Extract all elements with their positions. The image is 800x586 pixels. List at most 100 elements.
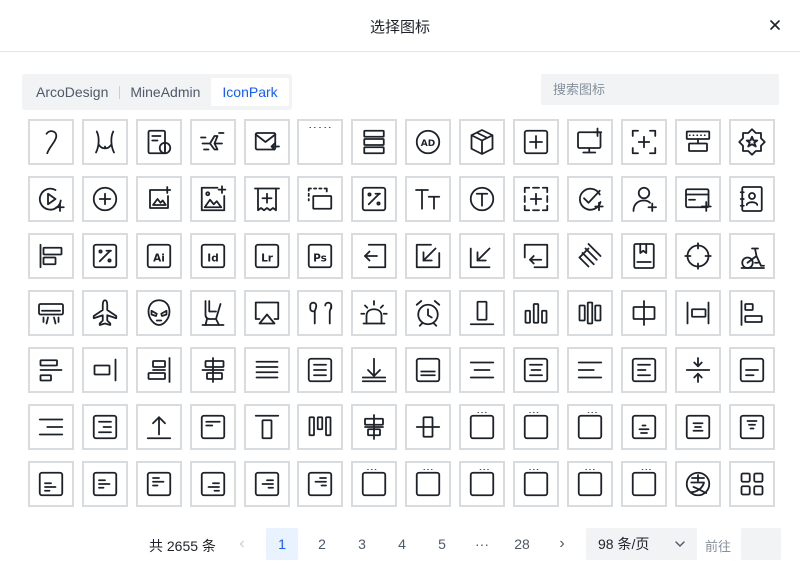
icon-cell[interactable] — [351, 461, 398, 507]
page-1[interactable]: 1 — [266, 528, 298, 560]
icon-cell[interactable] — [405, 176, 452, 222]
icon-cell[interactable] — [81, 404, 128, 450]
icon-cell[interactable] — [459, 404, 506, 450]
page-size-select[interactable]: 98 条/页 — [586, 528, 697, 560]
icon-cell[interactable] — [405, 290, 452, 336]
icon-cell[interactable] — [28, 290, 74, 336]
icon-cell[interactable] — [243, 176, 290, 222]
icon-cell[interactable] — [620, 347, 667, 393]
icon-cell[interactable] — [297, 290, 344, 336]
icon-cell[interactable] — [351, 233, 398, 279]
icon-cell[interactable] — [728, 119, 775, 165]
icon-cell[interactable] — [566, 461, 613, 507]
icon-cell[interactable] — [459, 233, 506, 279]
icon-cell[interactable] — [728, 176, 775, 222]
icon-cell[interactable] — [81, 119, 128, 165]
icon-cell[interactable] — [135, 404, 182, 450]
icon-cell[interactable] — [81, 347, 128, 393]
icon-cell[interactable] — [297, 404, 344, 450]
icon-cell[interactable] — [459, 119, 506, 165]
icon-cell[interactable] — [135, 347, 182, 393]
icon-cell[interactable] — [566, 290, 613, 336]
page-3[interactable]: 3 — [346, 528, 378, 560]
icon-cell[interactable] — [28, 119, 74, 165]
icon-cell[interactable]: Ai — [135, 233, 182, 279]
icon-cell[interactable] — [351, 290, 398, 336]
icon-cell[interactable] — [459, 176, 506, 222]
icon-cell[interactable] — [243, 290, 290, 336]
icon-cell[interactable] — [513, 119, 560, 165]
icon-cell[interactable] — [189, 461, 236, 507]
icon-cell[interactable]: Lr — [243, 233, 290, 279]
icon-cell[interactable] — [566, 347, 613, 393]
icon-cell[interactable] — [513, 176, 560, 222]
icon-cell[interactable] — [351, 347, 398, 393]
icon-cell[interactable] — [351, 119, 398, 165]
icon-cell[interactable] — [189, 404, 236, 450]
icon-cell[interactable] — [243, 119, 290, 165]
icon-cell[interactable]: Id — [189, 233, 236, 279]
goto-page-input[interactable] — [741, 528, 781, 560]
icon-cell[interactable] — [135, 119, 182, 165]
icon-cell[interactable] — [566, 119, 613, 165]
icon-cell[interactable] — [297, 347, 344, 393]
icon-cell[interactable] — [674, 176, 721, 222]
tab-arcodesign[interactable]: ArcoDesign — [25, 78, 119, 106]
icon-cell[interactable] — [566, 233, 613, 279]
icon-cell[interactable] — [728, 404, 775, 450]
icon-cell[interactable] — [28, 347, 74, 393]
icon-cell[interactable] — [513, 404, 560, 450]
icon-cell[interactable] — [189, 119, 236, 165]
icon-cell[interactable] — [674, 119, 721, 165]
icon-cell[interactable] — [297, 176, 344, 222]
icon-cell[interactable] — [135, 176, 182, 222]
icon-cell[interactable] — [728, 290, 775, 336]
prev-page-button[interactable]: ‹ — [226, 528, 258, 560]
close-button[interactable] — [764, 14, 786, 36]
icon-cell[interactable] — [189, 176, 236, 222]
icon-cell[interactable] — [459, 347, 506, 393]
icon-cell[interactable] — [28, 461, 74, 507]
icon-cell[interactable] — [728, 347, 775, 393]
page-28[interactable]: 28 — [506, 528, 538, 560]
icon-cell[interactable] — [405, 461, 452, 507]
icon-cell[interactable] — [28, 176, 74, 222]
page-5[interactable]: 5 — [426, 528, 458, 560]
icon-cell[interactable] — [81, 233, 128, 279]
icon-cell[interactable] — [81, 176, 128, 222]
icon-cell[interactable] — [189, 347, 236, 393]
icon-cell[interactable] — [135, 290, 182, 336]
icon-cell[interactable] — [405, 347, 452, 393]
icon-cell[interactable] — [405, 233, 452, 279]
icon-cell[interactable] — [243, 347, 290, 393]
page-4[interactable]: 4 — [386, 528, 418, 560]
icon-cell[interactable] — [297, 461, 344, 507]
icon-cell[interactable] — [28, 233, 74, 279]
icon-cell[interactable] — [135, 461, 182, 507]
search-input[interactable] — [541, 74, 779, 105]
icon-cell[interactable] — [459, 290, 506, 336]
icon-cell[interactable] — [459, 461, 506, 507]
icon-cell[interactable] — [674, 233, 721, 279]
icon-cell[interactable] — [620, 233, 667, 279]
icon-cell[interactable] — [674, 461, 721, 507]
icon-cell[interactable] — [674, 290, 721, 336]
icon-cell[interactable] — [297, 119, 344, 165]
icon-cell[interactable] — [243, 461, 290, 507]
icon-cell[interactable] — [620, 176, 667, 222]
icon-cell[interactable]: AD — [405, 119, 452, 165]
icon-cell[interactable] — [566, 404, 613, 450]
icon-cell[interactable] — [728, 233, 775, 279]
icon-cell[interactable] — [728, 461, 775, 507]
icon-cell[interactable] — [351, 176, 398, 222]
icon-cell[interactable] — [81, 290, 128, 336]
page-ellipsis[interactable]: ··· — [466, 528, 498, 560]
icon-cell[interactable] — [620, 119, 667, 165]
icon-cell[interactable] — [620, 404, 667, 450]
tab-iconpark[interactable]: IconPark — [211, 78, 289, 106]
icon-cell[interactable] — [620, 290, 667, 336]
icon-cell[interactable] — [513, 461, 560, 507]
icon-cell[interactable] — [405, 404, 452, 450]
icon-cell[interactable]: Ps — [297, 233, 344, 279]
icon-cell[interactable] — [566, 176, 613, 222]
